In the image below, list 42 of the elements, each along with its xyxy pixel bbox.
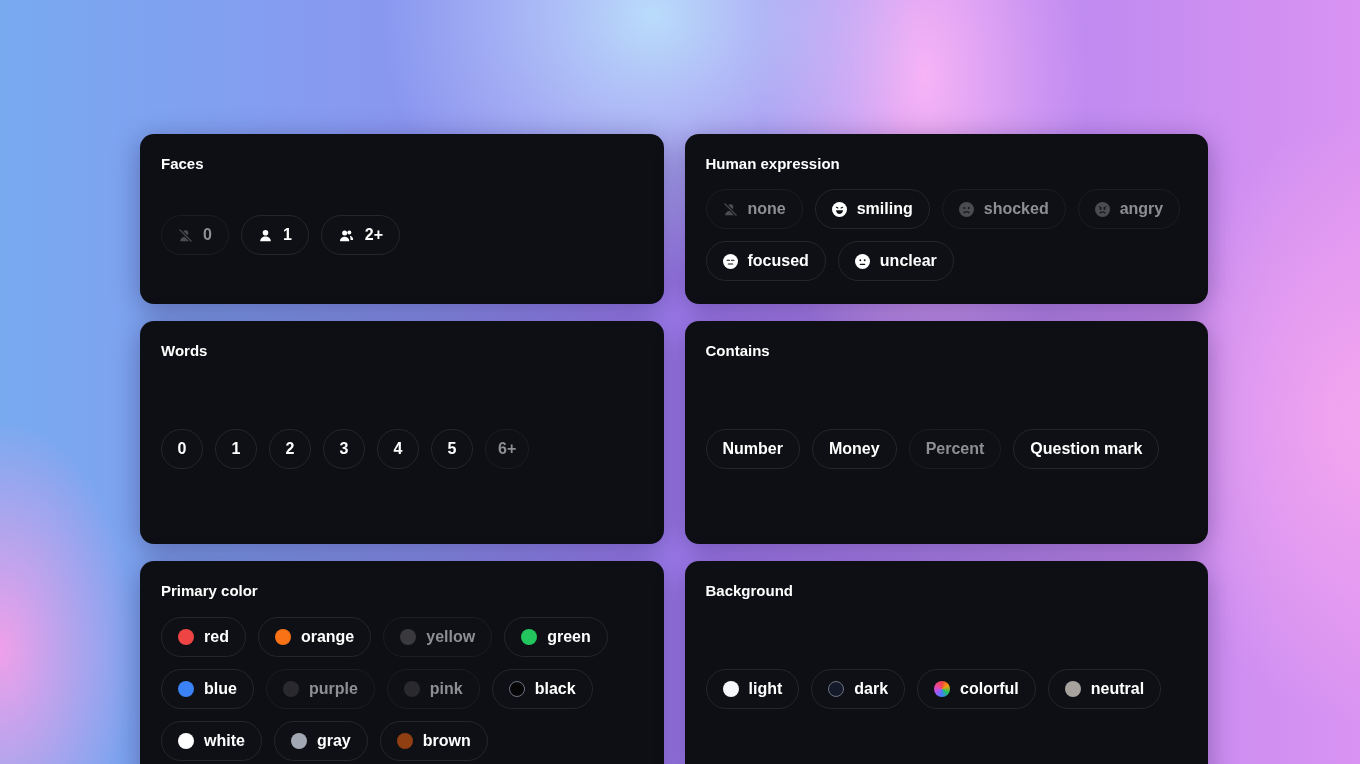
neutral-face-icon — [854, 253, 870, 269]
card-title: Human expression — [705, 154, 840, 174]
grinning-face-icon — [831, 201, 847, 217]
option-chip[interactable]: neutral — [1047, 669, 1162, 709]
option-chip[interactable]: unclear — [837, 241, 954, 281]
option-chip[interactable]: orange — [257, 617, 372, 657]
option-chip[interactable]: smiling — [814, 189, 930, 229]
person-slash-icon — [178, 227, 193, 243]
option-chip[interactable]: 4 — [377, 428, 419, 469]
option-chip[interactable]: 5 — [431, 428, 473, 469]
option-chip[interactable]: 0 — [161, 428, 203, 469]
frowning-face-icon — [958, 201, 974, 217]
option-chip[interactable]: 1 — [240, 215, 309, 255]
option-chip[interactable]: 2+ — [320, 215, 401, 255]
card-title: Faces — [161, 154, 204, 174]
calm-face-icon — [722, 253, 738, 269]
option-chip[interactable]: green — [504, 617, 608, 657]
option-chip[interactable]: black — [491, 669, 593, 709]
option-chip[interactable]: blue — [161, 669, 254, 709]
option-chip[interactable]: 2 — [269, 428, 311, 469]
option-chip[interactable]: Question mark — [1013, 428, 1160, 469]
person-slash-icon — [722, 201, 738, 217]
option-chip[interactable]: white — [161, 721, 262, 761]
option-chip[interactable]: Money — [811, 428, 897, 469]
option-chip[interactable]: 1 — [215, 428, 257, 469]
angry-face-icon — [1094, 201, 1110, 217]
multicolor-swatch-icon — [934, 681, 951, 697]
card-title: Contains — [705, 341, 770, 361]
person-icon — [257, 227, 273, 243]
option-chip[interactable]: dark — [811, 669, 906, 709]
option-chip[interactable]: focused — [705, 241, 826, 281]
card-title: Words — [161, 341, 208, 361]
option-chip[interactable]: Number — [705, 428, 800, 469]
two-people-icon — [337, 227, 355, 243]
option-chip[interactable]: brown — [379, 721, 488, 761]
option-chip[interactable]: light — [705, 669, 800, 709]
option-chip[interactable]: colorful — [917, 669, 1036, 709]
card-title: Background — [705, 581, 793, 601]
option-chip[interactable]: 3 — [323, 428, 365, 469]
option-chip[interactable]: red — [161, 617, 246, 657]
card-title: Primary color — [161, 581, 258, 601]
option-chip[interactable]: gray — [273, 721, 368, 761]
